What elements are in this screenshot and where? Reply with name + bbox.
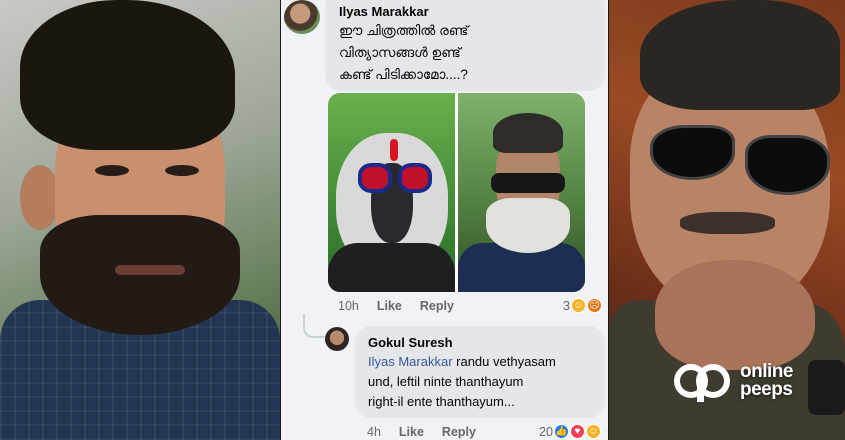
comment-text-line: ഈ ചിത്രത്തിൽ രണ്ട് <box>339 23 469 38</box>
onlinepeeps-logo-icon <box>674 364 730 402</box>
love-icon: ♥ <box>569 424 585 439</box>
left-person-eye <box>165 165 199 176</box>
like-icon: 👍 <box>553 424 569 439</box>
reply-thread-line <box>303 314 325 338</box>
reply-text-line: Ilyas Marakkar randu vethyasam <box>368 352 600 372</box>
right-person-sunglasses-right <box>745 135 830 195</box>
monkey-sunglasses-right <box>398 163 432 193</box>
reply-text-fragment: randu vethyasam <box>452 354 556 369</box>
bearded-man-photo <box>458 93 585 292</box>
reply-actions: 4h Like Reply <box>367 425 476 439</box>
man-beard <box>486 198 570 253</box>
right-person-watch <box>808 360 845 415</box>
logo-text-line2: peeps <box>740 379 793 400</box>
reply-text-line: right-il ente thanthayum... <box>368 394 515 409</box>
reply-author[interactable]: Gokul Suresh <box>368 335 453 350</box>
man-hair <box>493 113 563 153</box>
haha-icon: ☺ <box>570 298 586 313</box>
onlinepeeps-logo: online peeps <box>672 360 793 402</box>
comment-time[interactable]: 10h <box>338 299 359 313</box>
comment-reactions[interactable]: 3 ☺ ☹ <box>563 298 602 313</box>
reply-button[interactable]: Reply <box>420 299 454 313</box>
monkey-body <box>328 243 455 292</box>
angry-icon: ☹ <box>586 298 602 313</box>
left-person-mouth <box>115 265 185 275</box>
monkey-photo <box>328 93 455 292</box>
comment-actions: 10h Like Reply <box>338 299 454 313</box>
reaction-count: 3 <box>563 298 570 313</box>
left-photo <box>0 0 280 440</box>
reply-button[interactable]: Reply <box>442 425 476 439</box>
reply-text: Ilyas Marakkar randu vethyasam und, left… <box>368 352 600 412</box>
left-person-eye <box>95 165 129 176</box>
right-person-hair <box>640 0 840 110</box>
reply-reactions[interactable]: 20 👍 ♥ ☺ <box>539 424 601 439</box>
left-person-ear <box>20 165 60 230</box>
monkey-sunglasses-left <box>358 163 392 193</box>
right-person-sunglasses-left <box>650 125 735 180</box>
man-sunglasses <box>491 173 565 193</box>
comment-text-line: വിത്യാസങ്ങൾ ഉണ്ട് <box>339 45 461 60</box>
commenter-avatar[interactable] <box>284 0 320 34</box>
comment-image-pair[interactable] <box>328 93 585 292</box>
left-person-hair <box>20 0 235 150</box>
reaction-count: 20 <box>539 424 553 439</box>
haha-icon: ☺ <box>585 424 601 439</box>
like-button[interactable]: Like <box>377 299 402 313</box>
reply-text-line: und, leftil ninte thanthayum <box>368 374 524 389</box>
facebook-comment-thread: Ilyas Marakkar ഈ ചിത്രത്തിൽ രണ്ട് വിത്യാ… <box>281 0 608 440</box>
right-person-hand <box>655 260 815 370</box>
comment-text: ഈ ചിത്രത്തിൽ രണ്ട് വിത്യാസങ്ങൾ ഉണ്ട് കണ്… <box>339 20 599 86</box>
reply-mention[interactable]: Ilyas Marakkar <box>368 354 453 369</box>
right-person-mustache <box>680 212 775 234</box>
comment-author[interactable]: Ilyas Marakkar <box>339 4 429 19</box>
replier-avatar[interactable] <box>325 327 349 351</box>
like-button[interactable]: Like <box>399 425 424 439</box>
left-person-beard <box>40 215 240 335</box>
reply-time[interactable]: 4h <box>367 425 381 439</box>
monkey-tilak <box>390 139 398 161</box>
comment-text-line: കണ്ട് പിടിക്കാമോ....? <box>339 67 468 82</box>
